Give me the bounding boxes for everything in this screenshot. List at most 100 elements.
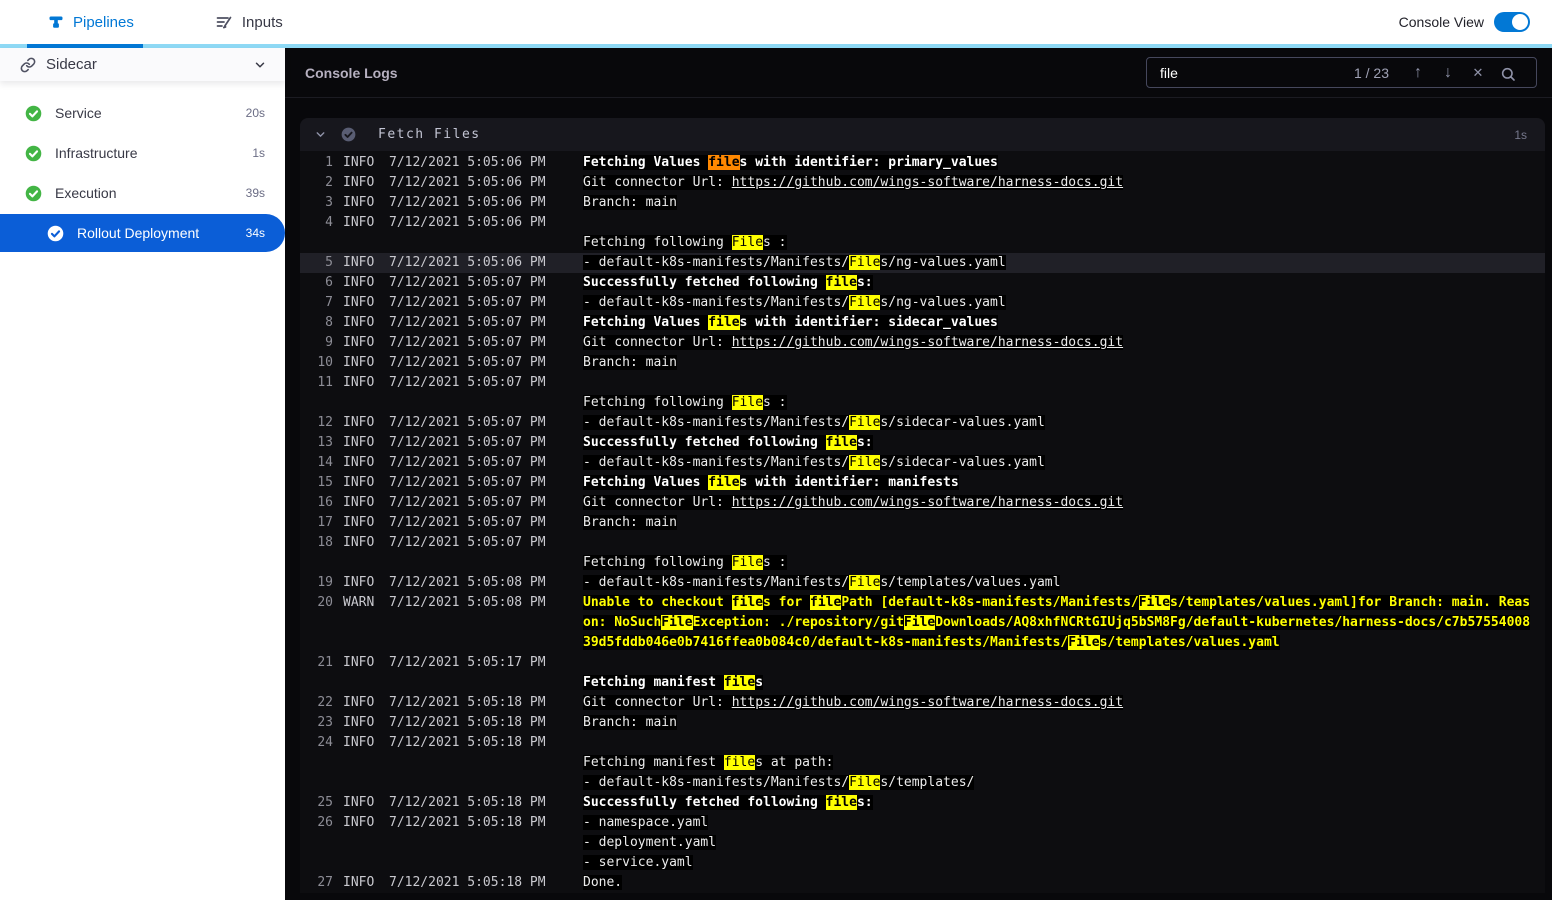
search-match: File <box>849 255 881 270</box>
tab-pipelines[interactable]: Pipelines <box>26 0 156 44</box>
log-text: Unable to checkout <box>583 595 732 610</box>
log-text: - default-k8s-manifests/Manifests/ <box>583 775 850 790</box>
log-row: 3 INFO 7/12/2021 5:05:06 PM Branch: main <box>300 193 1545 213</box>
stage-header[interactable]: Sidecar <box>0 48 285 81</box>
search-match: File <box>1068 635 1100 650</box>
log-line-number: 5 <box>325 255 333 270</box>
sidebar-item-infrastructure[interactable]: Infrastructure 1s <box>0 133 285 173</box>
chevron-down-icon[interactable] <box>253 58 267 72</box>
log-timestamp: 7/12/2021 5:05:17 PM <box>389 655 546 670</box>
sidebar-item-execution[interactable]: Execution 39s <box>0 173 285 213</box>
log-section-header[interactable]: Fetch Files 1s <box>300 118 1545 151</box>
log-message: - deployment.yaml <box>583 833 1545 853</box>
close-icon[interactable]: ✕ <box>1463 66 1493 79</box>
log-timestamp: 7/12/2021 5:05:07 PM <box>389 495 546 510</box>
log-level: INFO <box>343 535 375 550</box>
next-match-icon[interactable]: ↓ <box>1433 64 1463 81</box>
log-line-number: 14 <box>317 455 333 470</box>
search-match: file <box>731 595 764 610</box>
log-message: - default-k8s-manifests/Manifests/Files/… <box>583 773 1545 793</box>
log-message: Branch: main <box>583 713 1545 733</box>
log-timestamp: 7/12/2021 5:05:07 PM <box>389 475 546 490</box>
log-message: Fetching manifest files <box>583 673 1545 693</box>
search-match: File <box>849 775 881 790</box>
log-line-number: 9 <box>325 335 333 350</box>
log-text: Branch: main <box>583 355 677 370</box>
search-match: file <box>708 475 740 490</box>
log-row: - deployment.yaml <box>300 833 1545 853</box>
log-timestamp: 7/12/2021 5:05:07 PM <box>389 535 546 550</box>
log-link[interactable]: https://github.com/wings-software/harnes… <box>731 335 1124 350</box>
header-tabs: Pipelines Inputs <box>0 0 305 44</box>
log-row: 16 INFO 7/12/2021 5:05:07 PM Git connector … <box>300 493 1545 513</box>
collapse-chevron-icon[interactable] <box>314 128 327 141</box>
log-row: 13 INFO 7/12/2021 5:05:07 PM Successfully f… <box>300 433 1545 453</box>
log-row: Fetching manifest files <box>300 673 1545 693</box>
log-link[interactable]: https://github.com/wings-software/harnes… <box>731 175 1124 190</box>
console-view-label: Console View <box>1398 14 1484 30</box>
log-text: s : <box>763 555 787 570</box>
tab-inputs-label: Inputs <box>241 13 283 31</box>
log-line-number: 27 <box>317 875 333 890</box>
log-level: INFO <box>343 335 375 350</box>
log-message: Fetching following Files : <box>583 553 1545 573</box>
search-match: File <box>849 415 881 430</box>
log-timestamp: 7/12/2021 5:05:18 PM <box>389 795 546 810</box>
log-level: INFO <box>343 695 375 710</box>
log-text: s with identifier: sidecar_values <box>739 315 998 330</box>
log-timestamp: 7/12/2021 5:05:07 PM <box>389 275 546 290</box>
log-text: Successfully fetched following <box>583 435 826 450</box>
log-text: - namespace.yaml <box>583 815 709 830</box>
log-row: 25 INFO 7/12/2021 5:05:18 PM Successfully f… <box>300 793 1545 813</box>
log-row: - default-k8s-manifests/Manifests/Files/… <box>300 773 1545 793</box>
step-duration: 39s <box>245 186 265 200</box>
log-line-number: 19 <box>317 575 333 590</box>
log-line-number: 22 <box>317 695 333 710</box>
search-match: file <box>825 795 857 810</box>
search-match: File <box>731 555 764 570</box>
log-row: Fetching following Files : <box>300 233 1545 253</box>
log-text: s: <box>856 435 873 450</box>
log-body[interactable]: 1 INFO 7/12/2021 5:05:06 PM Fetching Values… <box>300 151 1545 893</box>
sidebar-item-rollout-deployment[interactable]: Rollout Deployment 34s <box>0 214 285 252</box>
log-link[interactable]: https://github.com/wings-software/harnes… <box>731 695 1124 710</box>
search-match-counter: 1 / 23 <box>1353 64 1389 81</box>
log-level: INFO <box>343 195 375 210</box>
search-icon[interactable] <box>1493 64 1523 82</box>
log-text: Fetching manifest <box>583 675 724 690</box>
log-line-number: 2 <box>325 175 333 190</box>
log-timestamp: 7/12/2021 5:05:07 PM <box>389 515 546 530</box>
log-message: Fetching Values files with identifier: s… <box>583 313 1545 333</box>
log-text: Path [default-k8s-manifests/Manifests/ <box>841 595 1139 610</box>
log-search-box: 1 / 23 ↑ ↓ ✕ <box>1146 57 1537 88</box>
step-success-icon <box>341 127 356 142</box>
log-text: Fetching manifest <box>583 755 724 770</box>
log-timestamp: 7/12/2021 5:05:07 PM <box>389 355 546 370</box>
search-input[interactable] <box>1160 64 1354 81</box>
log-message: Branch: main <box>583 353 1545 373</box>
log-text: - default-k8s-manifests/Manifests/ <box>583 455 850 470</box>
log-row: 18 INFO 7/12/2021 5:05:07 PM <box>300 533 1545 553</box>
search-match: file <box>708 315 740 330</box>
log-text: Git connector Url: <box>583 175 732 190</box>
log-text: s at path: <box>755 755 834 770</box>
log-message: - default-k8s-manifests/Manifests/Files/… <box>583 253 1545 273</box>
log-level: INFO <box>343 175 375 190</box>
log-level: INFO <box>343 875 375 890</box>
step-list: Service 20s Infrastructure 1s Execution … <box>0 81 285 252</box>
tab-inputs[interactable]: Inputs <box>194 0 305 44</box>
log-row: 1 INFO 7/12/2021 5:05:06 PM Fetching Values… <box>300 153 1545 173</box>
log-text: Fetching following <box>583 395 732 410</box>
log-line-number: 21 <box>317 655 333 670</box>
pipeline-icon <box>48 14 64 30</box>
sidebar-item-service[interactable]: Service 20s <box>0 93 285 133</box>
log-level: INFO <box>343 375 375 390</box>
log-timestamp: 7/12/2021 5:05:07 PM <box>389 455 546 470</box>
previous-match-icon[interactable]: ↑ <box>1403 64 1433 81</box>
console-view-toggle[interactable] <box>1494 12 1530 32</box>
log-timestamp: 7/12/2021 5:05:06 PM <box>389 195 546 210</box>
log-link[interactable]: https://github.com/wings-software/harnes… <box>731 495 1124 510</box>
log-message: Branch: main <box>583 513 1545 533</box>
log-text: - deployment.yaml <box>583 835 717 850</box>
log-level: INFO <box>343 475 375 490</box>
